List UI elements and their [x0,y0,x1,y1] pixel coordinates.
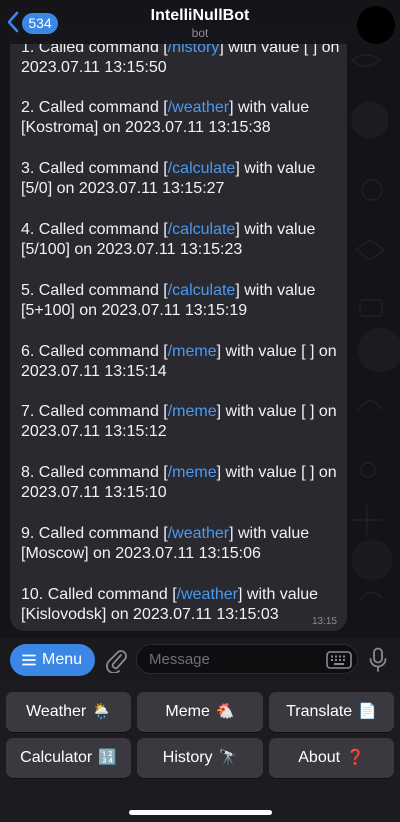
menu-button-label: Menu [42,651,83,668]
meme-key-label: Meme [165,703,210,720]
page-icon: 📄 [358,703,377,720]
translate-key[interactable]: Translate 📄 [269,692,394,732]
calculator-key-label: Calculator [20,749,93,766]
entry-prefix: 5. Called command [ [21,282,168,299]
entry-detail: 2023.07.11 13:15:50 [21,59,167,76]
meme-key[interactable]: Meme 🐔 [137,692,263,732]
chicken-icon: 🐔 [215,703,235,720]
entry-suffix: ] with value [235,160,316,177]
chat-subtitle: bot [191,26,209,40]
history-entry-2: 2. Called command [/weather] with value … [21,98,345,138]
history-key-label: History [162,749,213,766]
history-entry-5: 5. Called command [/calculate] with valu… [21,281,345,321]
sun-behind-rain-icon: 🌦️ [92,703,111,720]
entry-detail: [Moscow] on 2023.07.11 13:15:06 [21,545,261,562]
reply-keyboard: Weather 🌦️ Meme 🐔 Translate 📄 Calculator 🔢 H… [0,682,400,822]
hamburger-icon [22,654,36,666]
history-key[interactable]: History 🔭 [137,738,263,778]
entry-suffix: ] with value [229,525,310,542]
weather-key-label: Weather [26,703,87,720]
entry-prefix: 6. Called command [ [21,343,168,360]
chat-title[interactable]: IntelliNullBot [0,7,400,25]
entry-detail: [5/100] on 2023.07.11 13:15:23 [21,241,243,258]
message-input[interactable] [136,644,358,674]
entry-detail: [Kislovodsk] on 2023.07.11 13:15:03 [21,606,279,623]
entry-prefix: 7. Called command [ [21,403,168,420]
command-link-meme[interactable]: /meme [168,464,217,481]
chat-header: 534 IntelliNullBot bot [0,0,400,44]
history-entry-6: 6. Called command [/meme] with value [ ]… [21,342,345,382]
message-bubble: 1. Called command [/history] with value … [10,24,347,631]
command-link-calculate[interactable]: /calculate [168,160,236,177]
calculator-key[interactable]: Calculator 🔢 [6,738,131,778]
entry-suffix: ] with value [238,586,319,603]
entry-suffix: ] with value [ ] on [216,464,337,481]
history-entry-8: 8. Called command [/meme] with value [ ]… [21,463,345,503]
weather-key[interactable]: Weather 🌦️ [6,692,131,732]
compose-bar: Menu [0,638,400,682]
question-mark-icon: ❓ [346,749,365,766]
chat-screen: 534 IntelliNullBot bot 1. Called command… [0,0,400,822]
entry-prefix: 2. Called command [ [21,99,168,116]
command-link-weather[interactable]: /weather [177,586,238,603]
command-link-weather[interactable]: /weather [168,525,229,542]
keyboard-icon[interactable] [326,651,352,669]
paperclip-icon[interactable] [104,647,128,673]
history-entry-10: 10. Called command [/weather] with value… [21,585,345,625]
entry-suffix: ] with value [235,282,316,299]
command-link-calculate[interactable]: /calculate [168,282,236,299]
command-link-meme[interactable]: /meme [168,343,217,360]
command-link-calculate[interactable]: /calculate [168,221,236,238]
telescope-icon: 🔭 [218,749,238,766]
entry-prefix: 9. Called command [ [21,525,168,542]
entry-detail: [5/0] on 2023.07.11 13:15:27 [21,180,225,197]
history-entry-4: 4. Called command [/calculate] with valu… [21,220,345,260]
history-entry-3: 3. Called command [/calculate] with valu… [21,159,345,199]
message-timestamp: 13:15 [311,616,337,627]
entry-prefix: 4. Called command [ [21,221,168,238]
entry-suffix: ] with value [ ] on [216,343,337,360]
history-entry-9: 9. Called command [/weather] with value … [21,524,345,564]
history-entry-7: 7. Called command [/meme] with value [ ]… [21,402,345,442]
entry-detail: [Kostroma] on 2023.07.11 13:15:38 [21,119,271,136]
command-link-weather[interactable]: /weather [168,99,229,116]
translate-key-label: Translate [286,703,353,720]
entry-detail: 2023.07.11 13:15:14 [21,363,167,380]
command-link-meme[interactable]: /meme [168,403,217,420]
home-indicator[interactable] [129,810,272,815]
entry-detail: [5+100] on 2023.07.11 13:15:19 [21,302,248,319]
entry-prefix: 3. Called command [ [21,160,168,177]
history-entry-1: 1. Called command [/history] with value … [21,38,345,78]
about-key[interactable]: About ❓ [269,738,394,778]
entry-suffix: ] with value [235,221,316,238]
entry-detail: 2023.07.11 13:15:12 [21,423,167,440]
entry-suffix: ] with value [ ] on [216,403,337,420]
entry-prefix: 8. Called command [ [21,464,168,481]
microphone-icon[interactable] [368,647,388,673]
numbers-icon: 🔢 [98,749,117,766]
entry-detail: 2023.07.11 13:15:10 [21,484,167,501]
about-key-label: About [298,749,341,766]
menu-button[interactable]: Menu [10,644,95,676]
bot-avatar[interactable] [357,6,395,44]
entry-suffix: ] with value [229,99,310,116]
entry-prefix: 10. Called command [ [21,586,177,603]
